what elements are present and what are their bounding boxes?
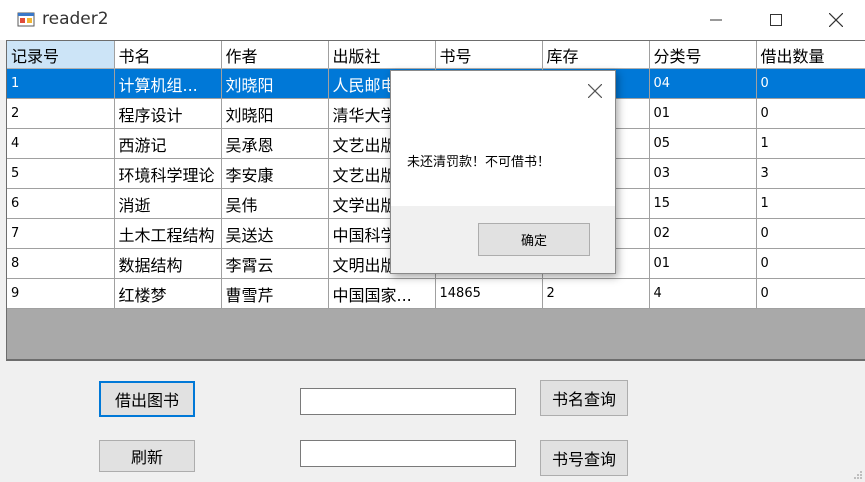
cell-book-name[interactable]: 红楼梦	[114, 278, 222, 309]
cell-borrowed-count[interactable]: 1	[756, 128, 865, 159]
cell-category[interactable]: 4	[649, 278, 757, 309]
cell-record-no[interactable]: 1	[7, 68, 115, 99]
cell-category[interactable]: 05	[649, 128, 757, 159]
dialog-close-button[interactable]	[585, 81, 605, 101]
minimize-icon	[710, 19, 722, 21]
cell-record-no[interactable]: 5	[7, 158, 115, 189]
maximize-button[interactable]	[746, 0, 806, 40]
minimize-button[interactable]	[686, 0, 746, 40]
cell-category[interactable]: 01	[649, 98, 757, 129]
cell-book-name[interactable]: 消逝	[114, 188, 222, 219]
cell-book-name[interactable]: 计算机组...	[114, 68, 222, 99]
cell-stock[interactable]: 2	[542, 278, 650, 309]
cell-book-name[interactable]: 西游记	[114, 128, 222, 159]
cell-author[interactable]: 吴送达	[221, 218, 329, 249]
cell-book-name[interactable]: 程序设计	[114, 98, 222, 129]
cell-category[interactable]: 02	[649, 218, 757, 249]
cell-borrowed-count[interactable]: 0	[756, 248, 865, 279]
cell-record-no[interactable]: 4	[7, 128, 115, 159]
cell-book-name[interactable]: 数据结构	[114, 248, 222, 279]
cell-book-number[interactable]: 14865	[435, 278, 543, 309]
cell-category[interactable]: 03	[649, 158, 757, 189]
cell-category[interactable]: 15	[649, 188, 757, 219]
cell-author[interactable]: 曹雪芹	[221, 278, 329, 309]
window-title: reader2	[42, 9, 109, 29]
close-icon	[829, 13, 843, 27]
cell-author[interactable]: 吴承恩	[221, 128, 329, 159]
cell-borrowed-count[interactable]: 0	[756, 218, 865, 249]
cell-author[interactable]: 吴伟	[221, 188, 329, 219]
column-header-borrowed-count[interactable]: 借出数量	[756, 41, 865, 69]
column-header-publisher[interactable]: 出版社	[328, 41, 436, 69]
dialog-message: 未还清罚款！不可借书！	[407, 155, 551, 170]
app-icon	[17, 12, 35, 27]
refresh-button[interactable]: 刷新	[99, 440, 195, 472]
cell-record-no[interactable]: 6	[7, 188, 115, 219]
cell-publisher[interactable]: 中国国家...	[328, 278, 436, 309]
cell-author[interactable]: 刘晓阳	[221, 98, 329, 129]
search-by-name-button[interactable]: 书名查询	[540, 380, 628, 416]
cell-borrowed-count[interactable]: 3	[756, 158, 865, 189]
borrow-book-button[interactable]: 借出图书	[99, 381, 195, 417]
cell-borrowed-count[interactable]: 0	[756, 68, 865, 99]
cell-record-no[interactable]: 2	[7, 98, 115, 129]
column-header-author[interactable]: 作者	[221, 41, 329, 69]
book-name-query-input[interactable]	[300, 388, 516, 415]
cell-author[interactable]: 刘晓阳	[221, 68, 329, 99]
cell-book-name[interactable]: 环境科学理论	[114, 158, 222, 189]
column-header-stock[interactable]: 库存	[542, 41, 650, 69]
grid-header-row: 记录号 书名 作者 出版社 书号 库存 分类号 借出数量	[7, 41, 865, 69]
column-header-category[interactable]: 分类号	[649, 41, 757, 69]
cell-borrowed-count[interactable]: 0	[756, 278, 865, 309]
cell-category[interactable]: 04	[649, 68, 757, 99]
column-header-book-name[interactable]: 书名	[114, 41, 222, 69]
search-by-number-button[interactable]: 书号查询	[540, 440, 628, 476]
cell-author[interactable]: 李安康	[221, 158, 329, 189]
cell-author[interactable]: 李霄云	[221, 248, 329, 279]
cell-record-no[interactable]: 9	[7, 278, 115, 309]
cell-borrowed-count[interactable]: 0	[756, 98, 865, 129]
column-header-book-number[interactable]: 书号	[435, 41, 543, 69]
table-row[interactable]: 9 红楼梦 曹雪芹 中国国家... 14865 2 4 0	[7, 278, 865, 309]
cell-record-no[interactable]: 7	[7, 218, 115, 249]
maximize-icon	[770, 14, 782, 26]
dialog-footer: 确定	[391, 206, 615, 273]
dialog-ok-button[interactable]: 确定	[478, 223, 590, 256]
message-dialog: 未还清罚款！不可借书！ 确定	[390, 70, 616, 274]
cell-book-name[interactable]: 土木工程结构	[114, 218, 222, 249]
cell-record-no[interactable]: 8	[7, 248, 115, 279]
close-button[interactable]	[806, 0, 865, 40]
cell-borrowed-count[interactable]: 1	[756, 188, 865, 219]
book-number-query-input[interactable]	[300, 440, 516, 467]
column-header-record-no[interactable]: 记录号	[7, 41, 115, 69]
close-icon	[588, 84, 602, 98]
cell-category[interactable]: 01	[649, 248, 757, 279]
title-bar: reader2	[0, 0, 865, 40]
resize-grip-icon[interactable]	[853, 470, 863, 480]
